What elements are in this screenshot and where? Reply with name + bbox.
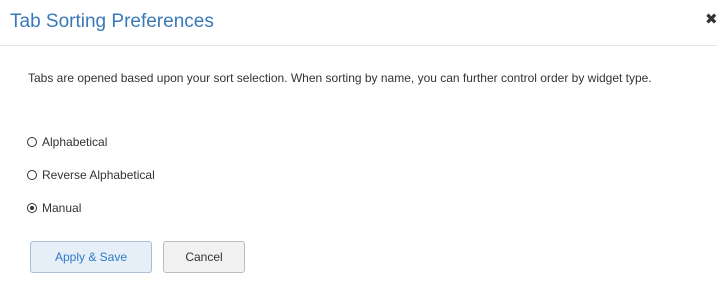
option-label-alphabetical: Alphabetical (42, 135, 108, 149)
tab-sorting-dialog: Tab Sorting Preferences ✖ Tabs are opene… (0, 0, 717, 281)
radio-manual[interactable] (27, 203, 37, 213)
apply-save-button[interactable]: Apply & Save (30, 241, 152, 273)
close-icon[interactable]: ✖ (705, 11, 717, 27)
option-alphabetical[interactable]: Alphabetical (27, 131, 155, 153)
sort-options: Alphabetical Reverse Alphabetical Manual (27, 131, 155, 230)
dialog-title: Tab Sorting Preferences (10, 11, 214, 32)
option-label-reverse-alphabetical: Reverse Alphabetical (42, 168, 155, 182)
radio-alphabetical[interactable] (27, 137, 37, 147)
option-label-manual: Manual (42, 201, 82, 215)
dialog-header: Tab Sorting Preferences ✖ (0, 0, 717, 46)
option-manual[interactable]: Manual (27, 197, 155, 219)
dialog-description: Tabs are opened based upon your sort sel… (28, 71, 652, 85)
cancel-button[interactable]: Cancel (163, 241, 245, 273)
option-reverse-alphabetical[interactable]: Reverse Alphabetical (27, 164, 155, 186)
radio-reverse-alphabetical[interactable] (27, 170, 37, 180)
dialog-buttons: Apply & Save Cancel (30, 241, 245, 273)
